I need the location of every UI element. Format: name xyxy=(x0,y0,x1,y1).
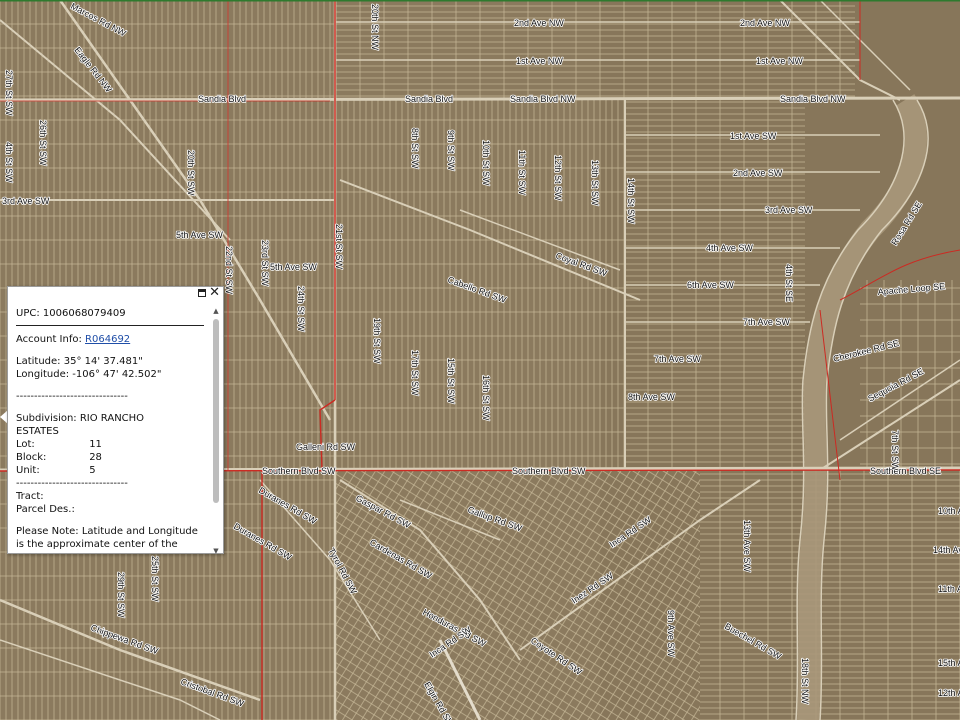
street-label: 9th St SW xyxy=(446,130,456,171)
street-label: 4th Ave SW xyxy=(706,243,753,253)
street-label: 22nd St SW xyxy=(224,246,234,295)
street-label: 20th St SW xyxy=(186,150,196,196)
street-label: Southern Blvd SW xyxy=(512,466,586,476)
street-label: 21st St SW xyxy=(334,224,344,270)
account-row: Account Info: R064692 xyxy=(16,333,206,346)
parcel-des-label: Parcel Des.: xyxy=(16,504,75,515)
street-label: Sandia Blvd xyxy=(405,94,453,104)
street-label: 9th Ave SW xyxy=(666,610,676,657)
unit-value: 5 xyxy=(89,465,96,476)
street-label: 15th Ave SW xyxy=(938,658,960,668)
lot-label: Lot: xyxy=(16,439,35,450)
subdivision-row: Subdivision: RIO RANCHO xyxy=(16,412,206,425)
street-label: 10th Ave SW xyxy=(938,506,960,516)
street-label: 6th Ave SW xyxy=(687,280,734,290)
street-label: 2nd Ave NW xyxy=(740,18,790,28)
street-label: 8th St SW xyxy=(410,128,420,169)
street-label: 26th St SW xyxy=(38,120,48,166)
street-label: 17th St SW xyxy=(410,350,420,396)
popup-divider xyxy=(16,325,204,326)
subdivision-label: Subdivision: xyxy=(16,413,77,424)
street-label: Sandia Blvd NW xyxy=(510,94,576,104)
scroll-down-icon[interactable]: ▼ xyxy=(211,547,221,555)
upc-label: UPC: xyxy=(16,308,40,319)
street-label: Southern Blvd SE xyxy=(870,466,941,476)
street-label: 4th St SE xyxy=(784,264,794,302)
street-label: 8th Ave SW xyxy=(628,392,675,402)
street-label: 18th St NW xyxy=(800,658,810,705)
street-label: 2nd Ave NW xyxy=(514,18,564,28)
street-label: 12th Ave SW xyxy=(938,688,960,698)
popup-scrollbar[interactable]: ▲ ▼ xyxy=(211,307,221,555)
popup-content: UPC: 1006068079409 Account Info: R064692… xyxy=(16,307,206,551)
unit-label: Unit: xyxy=(16,465,40,476)
separator-text: ------------------------------- xyxy=(16,478,128,489)
close-icon[interactable]: ✕ xyxy=(209,286,220,300)
street-label: 5th Ave SW xyxy=(270,262,317,272)
block-row: Block: 28 xyxy=(16,451,206,464)
street-label: 27th St SW xyxy=(4,70,14,116)
street-label: 10th St SW xyxy=(481,140,491,186)
street-label: 4th St SW xyxy=(4,142,14,183)
street-label: 16th St SW xyxy=(481,375,491,421)
popup-titlebar: ✕ xyxy=(8,286,223,301)
separator-text: ------------------------------- xyxy=(16,391,128,402)
street-label: 7th Ave SW xyxy=(654,354,701,364)
street-label: 20th St NW xyxy=(370,4,380,51)
upc-value: 1006068079409 xyxy=(42,308,126,319)
street-label: Galleni Rd SW xyxy=(296,442,356,452)
street-label: 7th Ave SW xyxy=(743,317,790,327)
street-label: 13th St SW xyxy=(590,160,600,206)
street-label: 2nd Ave SW xyxy=(733,168,783,178)
parcel-grid-north xyxy=(335,0,855,100)
street-label: 5th Ave SW xyxy=(176,230,223,240)
latitude-row: Latitude: 35° 14' 37.481" xyxy=(16,355,206,368)
longitude-row: Longitude: -106° 47' 42.502" xyxy=(16,368,206,381)
street-label: 7th St SW xyxy=(890,430,900,471)
street-label: 25th St SW xyxy=(150,556,160,602)
lot-row: Lot: 11 xyxy=(16,438,206,451)
street-label: 11th St SW xyxy=(517,150,527,195)
street-label: 13th Ave SW xyxy=(742,520,752,572)
unit-row: Unit: 5 xyxy=(16,464,206,477)
street-label: 14th St SW xyxy=(626,178,636,224)
parcel-grid-south xyxy=(335,470,700,720)
upc-row: UPC: 1006068079409 xyxy=(16,307,206,320)
subdivision-value-line2: ESTATES xyxy=(16,426,59,437)
scroll-up-icon[interactable]: ▲ xyxy=(211,307,221,315)
subdivision-value: RIO RANCHO xyxy=(79,413,145,424)
street-label: 15th St SW xyxy=(446,358,456,404)
street-label: 1st Ave NW xyxy=(516,56,563,66)
account-label: Account Info: xyxy=(16,334,82,345)
parcel-info-popup: ✕ UPC: 1006068079409 Account Info: R0646… xyxy=(7,286,224,555)
longitude-value: -106° 47' 42.502" xyxy=(72,369,162,380)
block-label: Block: xyxy=(16,452,47,463)
street-label: 1st Ave NW xyxy=(756,56,803,66)
street-label: 14th Ave SW xyxy=(933,545,960,555)
latitude-value: 35° 14' 37.481" xyxy=(63,356,143,367)
street-label: 3rd Ave SW xyxy=(2,196,50,206)
lot-value: 11 xyxy=(89,439,102,450)
tract-label: Tract: xyxy=(16,491,44,502)
block-value: 28 xyxy=(89,452,102,463)
parcel-grid-southeast xyxy=(700,470,960,720)
street-label: Sandia Blvd NW xyxy=(780,94,846,104)
street-label: Sandia Blvd xyxy=(198,94,246,104)
street-label: 19th St SW xyxy=(372,318,382,364)
street-label: 11th Ave SW xyxy=(938,584,960,594)
street-label: 1st Ave SW xyxy=(730,131,777,141)
street-label: Southern Blvd SW xyxy=(262,466,336,476)
account-link[interactable]: R064692 xyxy=(85,334,130,345)
latlong-note: Please Note: Latitude and Longitude is t… xyxy=(16,526,198,550)
street-label: 23rd St SW xyxy=(260,240,270,287)
street-label: 24th St SW xyxy=(296,286,306,332)
longitude-label: Longitude: xyxy=(16,369,70,380)
maximize-icon[interactable] xyxy=(198,289,206,297)
street-label: 12th St SW xyxy=(553,155,563,201)
latitude-label: Latitude: xyxy=(16,356,61,367)
street-label: 3rd Ave SW xyxy=(765,205,813,215)
street-label: 29th St SW xyxy=(116,572,126,618)
scrollbar-thumb[interactable] xyxy=(213,319,219,503)
